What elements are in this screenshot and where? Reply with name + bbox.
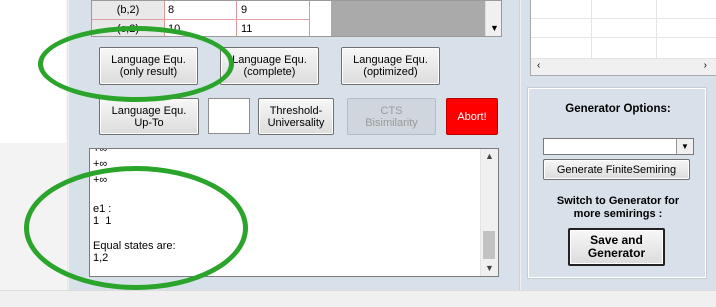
grid-empty-area xyxy=(331,1,485,36)
generate-finite-semiring-button[interactable]: Generate FiniteSemiring xyxy=(543,159,690,180)
chevron-up-icon[interactable]: ▲ xyxy=(485,151,494,161)
annotation-ellipse xyxy=(24,166,248,290)
grid-line xyxy=(591,0,592,60)
language-equ-complete-button[interactable]: Language Equ. (complete) xyxy=(220,47,319,85)
grid-row[interactable]: (b,2) 8 9 xyxy=(92,1,310,20)
generator-select[interactable]: ▼ xyxy=(543,138,694,155)
grid-cell[interactable]: 8 xyxy=(164,1,237,19)
grid-line xyxy=(531,18,716,19)
chevron-down-icon[interactable]: ▼ xyxy=(490,23,499,33)
grid-cell[interactable]: 11 xyxy=(237,20,310,36)
abort-button[interactable]: Abort! xyxy=(446,98,498,135)
grid-line xyxy=(531,37,716,38)
save-and-generator-button[interactable]: Save and Generator xyxy=(568,228,665,266)
language-equ-optimized-button[interactable]: Language Equ. (optimized) xyxy=(341,47,440,85)
grid-row-header[interactable]: (b,2) xyxy=(92,1,165,19)
output-vertical-scrollbar[interactable]: ▲ ▼ xyxy=(480,149,498,276)
generator-options-title: Generator Options: xyxy=(565,103,671,115)
scroll-thumb[interactable] xyxy=(483,231,495,259)
threshold-input[interactable] xyxy=(208,98,250,134)
chevron-down-icon[interactable]: ▼ xyxy=(485,263,494,273)
annotation-ellipse xyxy=(38,26,234,102)
chevron-left-icon[interactable]: ‹ xyxy=(537,60,540,71)
switch-to-generator-label: Switch to Generator for more semirings : xyxy=(556,195,680,220)
output-line: +∞ xyxy=(93,148,108,155)
cts-bisimilarity-button[interactable]: CTS Bisimilarity xyxy=(347,98,436,135)
chevron-right-icon[interactable]: › xyxy=(704,60,707,71)
secondary-grid[interactable]: ‹ › xyxy=(530,0,716,76)
grid-vertical-scrollbar[interactable]: ▼ xyxy=(485,1,501,36)
chevron-down-icon[interactable]: ▼ xyxy=(676,139,693,154)
status-strip xyxy=(0,290,716,307)
grid-line xyxy=(656,0,657,60)
threshold-universality-button[interactable]: Threshold- Universality xyxy=(258,98,334,135)
language-equ-upto-button[interactable]: Language Equ. Up-To xyxy=(99,98,199,135)
generator-options-panel: Generator Options: ▼ Generate FiniteSemi… xyxy=(528,88,706,278)
secondary-grid-horizontal-scrollbar[interactable]: ‹ › xyxy=(531,58,716,75)
grid-cell[interactable]: 9 xyxy=(237,1,310,19)
